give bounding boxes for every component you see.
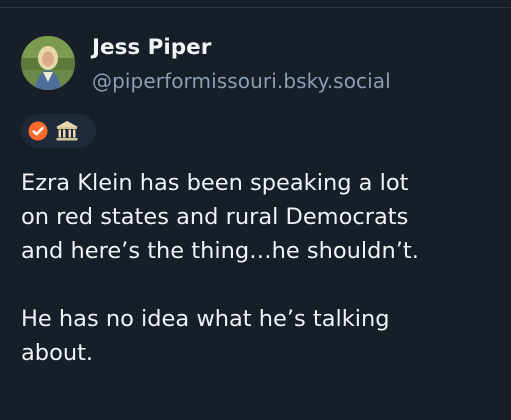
author-handle[interactable]: @piperformissouri.bsky.social <box>92 67 391 95</box>
post-paragraph: He has no idea what he’s talking about. <box>21 306 390 366</box>
avatar-photo <box>21 36 75 90</box>
post-card[interactable]: Jess Piper @piperformissouri.bsky.social… <box>0 0 511 420</box>
verification-badges[interactable] <box>21 114 96 148</box>
post-body: Ezra Klein has been speaking a lot on re… <box>21 166 501 370</box>
avatar[interactable] <box>21 36 75 90</box>
post-paragraph: Ezra Klein has been speaking a lot on re… <box>21 170 419 264</box>
verified-check-icon <box>28 121 48 141</box>
author-display-name[interactable]: Jess Piper <box>92 34 211 62</box>
institution-icon <box>56 121 78 141</box>
